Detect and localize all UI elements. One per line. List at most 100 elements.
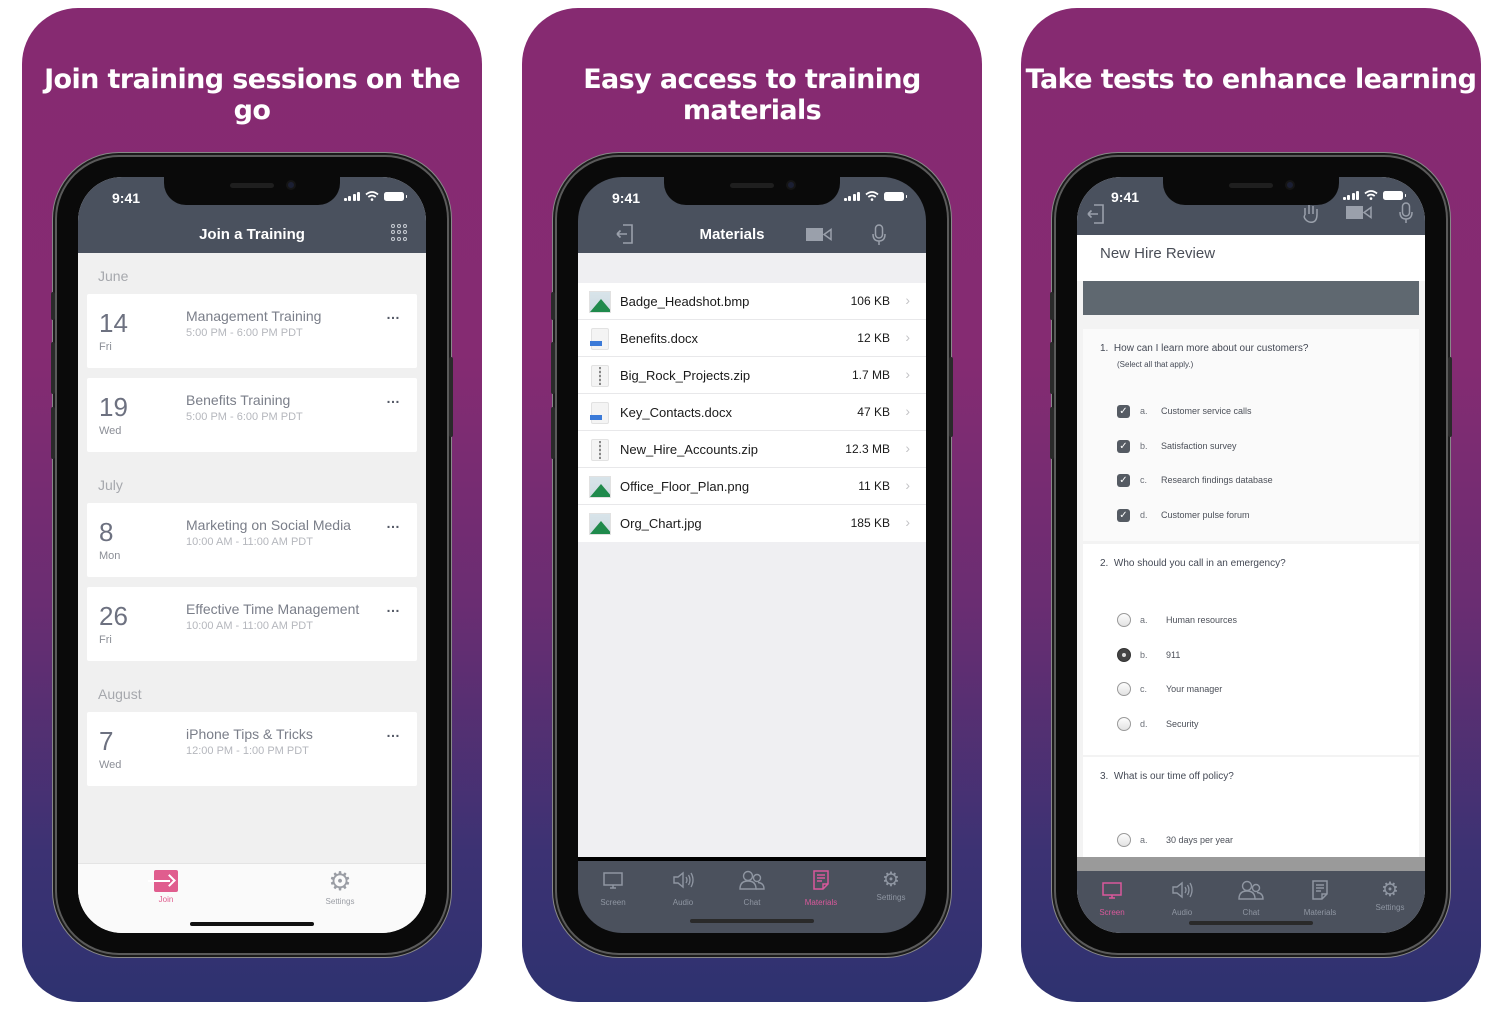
battery-icon: [1383, 191, 1406, 200]
file-row[interactable]: Office_Floor_Plan.png 11 KB ›: [578, 468, 926, 505]
wifi-icon: [365, 191, 379, 201]
power-button: [1448, 357, 1452, 437]
radio-option[interactable]: d. Security: [1117, 717, 1367, 733]
tab-label: Settings: [876, 893, 906, 902]
tab-audio[interactable]: Audio: [652, 869, 714, 907]
gear-icon: ⚙: [1381, 879, 1399, 901]
tab-label: Settings: [325, 897, 355, 906]
more-options-icon[interactable]: …: [386, 599, 401, 615]
month-header: August: [98, 686, 142, 702]
tab-label: Screen: [600, 898, 626, 907]
tab-chat[interactable]: Chat: [1220, 879, 1282, 917]
option-letter: d.: [1140, 719, 1148, 729]
question-text: 1. How can I learn more about our custom…: [1100, 343, 1308, 354]
image-file-icon: [589, 513, 611, 535]
file-row[interactable]: Benefits.docx 12 KB ›: [578, 320, 926, 357]
radio-button[interactable]: [1117, 613, 1131, 627]
tab-materials[interactable]: Materials: [1289, 879, 1351, 917]
screen-materials: Materials 9:41 Badge_Headshot.bmp 106 KB…: [578, 177, 926, 933]
phone-frame: 9:41 New Hire Review 1. How can I learn …: [1050, 157, 1452, 953]
tab-label: Materials: [1303, 908, 1337, 917]
radio-button-selected[interactable]: [1117, 648, 1131, 662]
tab-screen[interactable]: Screen: [582, 869, 644, 907]
zip-file-icon: [591, 439, 609, 461]
radio-option[interactable]: a. Human resources: [1117, 613, 1367, 629]
power-button: [949, 357, 953, 437]
file-row[interactable]: Org_Chart.jpg 185 KB ›: [578, 505, 926, 542]
tab-screen[interactable]: Screen: [1081, 879, 1143, 917]
event-time: 10:00 AM - 11:00 AM PDT: [186, 536, 313, 548]
more-options-icon[interactable]: …: [386, 724, 401, 740]
mute-switch: [551, 292, 555, 320]
option-text: Human resources: [1166, 615, 1238, 625]
more-options-icon[interactable]: …: [386, 515, 401, 531]
tab-settings[interactable]: ⚙ Settings: [1359, 879, 1421, 912]
tab-chat[interactable]: Chat: [721, 869, 783, 907]
zip-file-icon: [591, 365, 609, 387]
radio-option[interactable]: a. 30 days per year: [1117, 833, 1367, 849]
home-indicator[interactable]: [690, 919, 814, 923]
training-item[interactable]: 14 Fri Management Training 5:00 PM - 6:0…: [87, 294, 417, 368]
radio-option[interactable]: b. 911: [1117, 648, 1367, 664]
event-title: iPhone Tips & Tricks: [186, 726, 313, 742]
checkbox-checked[interactable]: ✓: [1117, 509, 1130, 522]
checkbox-option[interactable]: ✓ d. Customer pulse forum: [1117, 508, 1367, 524]
option-letter: b.: [1140, 650, 1148, 660]
file-row[interactable]: Badge_Headshot.bmp 106 KB ›: [578, 283, 926, 320]
chevron-right-icon: ›: [905, 440, 910, 456]
notch: [164, 177, 340, 205]
question-3: 3. What is our time off policy? a. 30 da…: [1083, 757, 1419, 857]
home-indicator[interactable]: [190, 922, 314, 926]
people-icon: [1238, 880, 1264, 900]
tab-join[interactable]: Join: [126, 870, 206, 904]
file-row[interactable]: Key_Contacts.docx 47 KB ›: [578, 394, 926, 431]
training-item[interactable]: 26 Fri Effective Time Management 10:00 A…: [87, 587, 417, 661]
join-icon: [148, 870, 178, 892]
file-row[interactable]: New_Hire_Accounts.zip 12.3 MB ›: [578, 431, 926, 468]
option-text: 30 days per year: [1166, 835, 1234, 845]
video-camera-icon[interactable]: [806, 228, 832, 241]
word-document-icon: [590, 402, 609, 424]
speaker-icon: [1172, 881, 1193, 899]
checkbox-checked[interactable]: ✓: [1117, 440, 1130, 453]
event-time: 10:00 AM - 11:00 AM PDT: [186, 620, 313, 632]
tab-materials[interactable]: Materials: [790, 869, 852, 907]
checkbox-checked[interactable]: ✓: [1117, 405, 1130, 418]
tab-audio[interactable]: Audio: [1151, 879, 1213, 917]
tab-settings[interactable]: ⚙ Settings: [860, 869, 922, 902]
radio-button[interactable]: [1117, 682, 1131, 696]
tab-label: Screen: [1099, 908, 1125, 917]
tab-bar: Screen Audio Chat Materials ⚙ Settings: [1077, 871, 1425, 933]
checkbox-option[interactable]: ✓ a. Customer service calls: [1117, 404, 1367, 420]
monitor-icon: [603, 872, 623, 889]
file-name: Org_Chart.jpg: [620, 516, 702, 531]
file-row[interactable]: Big_Rock_Projects.zip 1.7 MB ›: [578, 357, 926, 394]
microphone-icon[interactable]: [872, 224, 886, 246]
grid-icon[interactable]: [391, 224, 407, 241]
chevron-right-icon: ›: [905, 403, 910, 419]
training-item[interactable]: 8 Mon Marketing on Social Media 10:00 AM…: [87, 503, 417, 577]
nav-title: Materials: [699, 226, 765, 243]
training-item[interactable]: 19 Wed Benefits Training 5:00 PM - 6:00 …: [87, 378, 417, 452]
more-options-icon[interactable]: …: [386, 306, 401, 322]
event-title: Effective Time Management: [186, 601, 360, 617]
radio-option[interactable]: c. Your manager: [1117, 682, 1367, 698]
home-indicator[interactable]: [1189, 921, 1313, 925]
training-item[interactable]: 7 Wed iPhone Tips & Tricks 12:00 PM - 1:…: [87, 712, 417, 786]
mute-switch: [1050, 292, 1054, 320]
checkbox-checked[interactable]: ✓: [1117, 474, 1130, 487]
checkbox-option[interactable]: ✓ b. Satisfaction survey: [1117, 439, 1367, 455]
tab-label: Materials: [804, 898, 838, 907]
option-text: Security: [1166, 719, 1199, 729]
radio-button[interactable]: [1117, 717, 1131, 731]
speaker-icon: [673, 871, 694, 889]
notch: [1163, 177, 1339, 205]
tab-settings[interactable]: ⚙ Settings: [300, 868, 380, 906]
more-options-icon[interactable]: …: [386, 390, 401, 406]
image-file-icon: [589, 476, 611, 498]
month-header: July: [98, 477, 123, 493]
file-name: Big_Rock_Projects.zip: [620, 368, 751, 383]
checkbox-option[interactable]: ✓ c. Research findings database: [1117, 473, 1367, 489]
phone-frame: Join a Training 9:41 June 14 Fri Managem…: [51, 157, 453, 953]
radio-button[interactable]: [1117, 833, 1131, 847]
